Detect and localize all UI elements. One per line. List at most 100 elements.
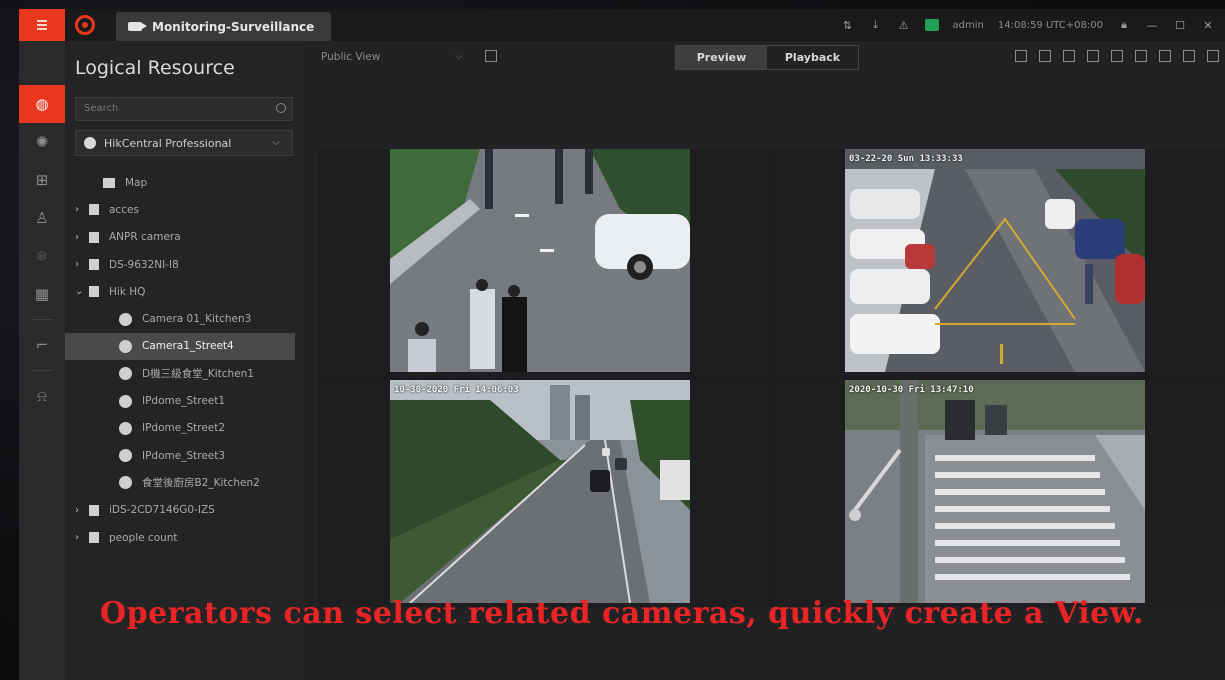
video-cell[interactable]: 2020-10-30 Fri 13:47:10: [773, 380, 1223, 607]
snapshot-icon[interactable]: [1039, 50, 1051, 62]
street-scene-image: [390, 149, 690, 372]
site-name: HikCentral Professional: [104, 136, 232, 150]
chevron-right-icon[interactable]: ›: [75, 505, 89, 516]
video-cell[interactable]: 10-30-2020 Fri 14:06:03: [318, 380, 768, 607]
chevron-right-icon[interactable]: ›: [75, 532, 89, 543]
sync-icon[interactable]: ⇅: [841, 18, 855, 32]
app-logo-icon: [75, 15, 95, 35]
tree-item-camera-selected[interactable]: Camera1_Street4: [65, 332, 295, 361]
building-icon: [89, 204, 99, 216]
datetime: 14:08:59 UTC+08:00: [997, 19, 1103, 31]
chevron-right-icon[interactable]: ›: [75, 259, 89, 270]
tree-item-label: people count: [109, 531, 178, 544]
external-icon[interactable]: [1207, 50, 1219, 62]
tree-item-area[interactable]: › DS-9632NI-I8: [75, 251, 295, 278]
caption-text: Operators can select related cameras, qu…: [100, 596, 1144, 631]
live-view-area: Public View ⌵ Preview Playback 03-22-20 …: [305, 41, 1225, 680]
tab-preview[interactable]: Preview: [676, 46, 767, 69]
user-name[interactable]: admin: [953, 20, 984, 31]
globe-icon: [84, 137, 96, 149]
download-icon[interactable]: ⤓: [869, 18, 883, 32]
tree-item-area[interactable]: ⌄ Hik HQ: [75, 278, 295, 305]
tree-item-label: iDS-2CD7146G0-IZS: [109, 504, 215, 517]
view-select[interactable]: Public View: [321, 51, 380, 63]
person-icon[interactable]: ♙: [19, 199, 65, 237]
building-icon: [89, 231, 99, 243]
tree-item-area[interactable]: › ANPR camera: [75, 224, 295, 251]
tree-item-camera[interactable]: Camera 01_Kitchen3: [75, 305, 295, 332]
speaker-icon[interactable]: [1015, 50, 1027, 62]
tree-item-camera[interactable]: IPdome_Street2: [75, 415, 295, 442]
grid-split-icon[interactable]: [1183, 50, 1195, 62]
tree-item-area[interactable]: › acces: [75, 196, 295, 223]
lock-icon[interactable]: 🔒︎: [1117, 18, 1131, 32]
tree-item-area[interactable]: › people count: [75, 524, 295, 551]
save-view-icon[interactable]: [485, 50, 497, 62]
main-menu-button[interactable]: [19, 9, 65, 41]
camera-dome-icon: [119, 476, 132, 490]
globe-icon[interactable]: ◍: [19, 85, 65, 123]
tree-item-camera[interactable]: 食堂後廚房B2_Kitchen2: [75, 469, 295, 496]
title-bar-tools: ⇅ ⤓ ⚠ admin 14:08:59 UTC+08:00 🔒︎ — ☐ ✕: [841, 9, 1225, 41]
radar-icon[interactable]: ✺: [19, 123, 65, 161]
title-bar: Monitoring-Surveillance ⇅ ⤓ ⚠ admin 14:0…: [19, 9, 1225, 41]
alarm-icon[interactable]: ⚠: [897, 18, 911, 32]
chevron-down-icon[interactable]: ⌄: [75, 286, 89, 297]
video-feed: 2020-10-30 Fri 13:47:10: [845, 380, 1145, 603]
window-icon[interactable]: [1111, 50, 1123, 62]
nav-rail: ◍ ✺ ⊞ ♙ ⌾ ▦ ⌐ ⍾: [19, 41, 65, 680]
camera-dome-icon: [119, 367, 132, 381]
camera-icon[interactable]: ⌐: [19, 326, 65, 364]
tree-item-label: Camera1_Street4: [142, 340, 234, 353]
fullscreen-icon[interactable]: [1159, 50, 1171, 62]
tree-item-label: D機三級食堂_Kitchen1: [142, 368, 254, 381]
search-placeholder: Search: [84, 103, 119, 114]
chevron-right-icon[interactable]: ›: [75, 232, 89, 243]
search-icon: [276, 103, 286, 113]
tree-item-camera[interactable]: D機三級食堂_Kitchen1: [75, 360, 295, 387]
video-cell[interactable]: [318, 149, 768, 376]
tree-item-camera[interactable]: IPdome_Street3: [75, 442, 295, 469]
building-icon: [89, 504, 99, 516]
highway-image: [390, 380, 690, 603]
settings-icon[interactable]: [1087, 50, 1099, 62]
tree-item-map[interactable]: Map: [75, 169, 295, 196]
search-input[interactable]: Search: [75, 97, 293, 121]
panel-title: Logical Resource: [75, 57, 235, 79]
resource-panel: Logical Resource Search HikCentral Profe…: [65, 41, 319, 680]
face-icon[interactable]: ⌾: [19, 237, 65, 275]
grid-icon[interactable]: ⊞: [19, 161, 65, 199]
tree-item-label: Camera 01_Kitchen3: [142, 313, 252, 326]
tab-monitoring[interactable]: Monitoring-Surveillance: [116, 12, 331, 41]
window-tools: [1015, 50, 1219, 62]
chevron-down-icon[interactable]: ⌵: [455, 51, 463, 62]
table-icon[interactable]: ▦: [19, 275, 65, 313]
alarm-bell-icon[interactable]: ⍾: [19, 377, 65, 415]
view-toolbar: Public View ⌵ Preview Playback: [305, 41, 1225, 75]
tree-item-area[interactable]: › iDS-2CD7146G0-IZS: [75, 497, 295, 524]
tree-item-label: 食堂後廚房B2_Kitchen2: [142, 477, 260, 490]
resource-tree: Map › acces › ANPR camera › DS-9632NI-I8 ⌄ H…: [65, 169, 295, 551]
chevron-right-icon[interactable]: ›: [75, 204, 89, 215]
parking-lot-image: [845, 149, 1145, 372]
status-icon[interactable]: [924, 19, 939, 31]
tree-item-label: Map: [125, 176, 148, 189]
tree-item-camera[interactable]: IPdome_Street1: [75, 387, 295, 414]
video-cell[interactable]: 03-22-20 Sun 13:33:33: [773, 149, 1223, 376]
tree-item-label: IPdome_Street3: [142, 449, 226, 462]
maximize-icon[interactable]: ☐: [1173, 18, 1187, 32]
site-select[interactable]: HikCentral Professional ⌵: [75, 130, 293, 156]
chevron-down-icon: ⌵: [272, 137, 280, 148]
map-icon: [103, 177, 115, 188]
camera-dome-icon: [119, 449, 132, 463]
tab-playback[interactable]: Playback: [767, 46, 858, 69]
video-camera-icon: [128, 22, 147, 31]
close-icon[interactable]: ✕: [1201, 18, 1215, 32]
minimize-icon[interactable]: —: [1145, 18, 1159, 32]
building-icon: [89, 259, 99, 271]
record-icon[interactable]: [1063, 50, 1075, 62]
video-feed: 03-22-20 Sun 13:33:33: [845, 149, 1145, 372]
layout-icon[interactable]: [1135, 50, 1147, 62]
rail-divider: [31, 319, 53, 320]
video-feed: 10-30-2020 Fri 14:06:03: [390, 380, 690, 603]
